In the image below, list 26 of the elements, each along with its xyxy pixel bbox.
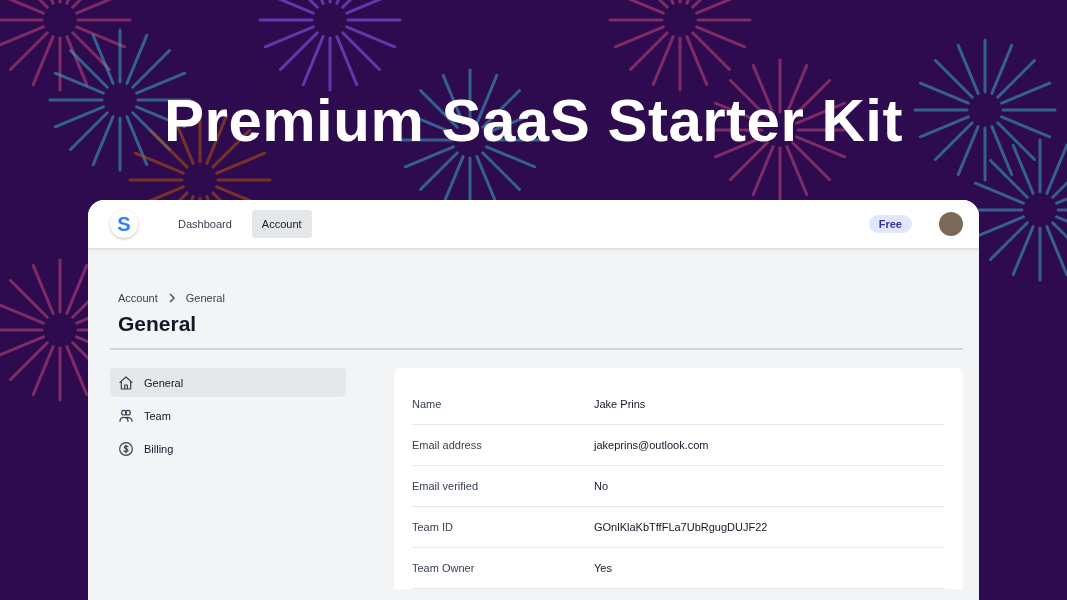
field-label: Team ID [412,521,454,533]
field-label: Name [412,398,443,410]
field-value: Jake Prins [594,398,646,410]
sidebar-item[interactable]: General [110,368,346,397]
field-label: Email address [412,439,483,451]
plan-badge: Free [868,215,912,233]
sidebar-item[interactable]: Billing [110,434,346,463]
field-value: GOnlKlaKbTffFLa7UbRgugDUJF22 [594,521,768,533]
field-label: Email verified [412,480,480,492]
nav-link[interactable]: Dashboard [168,210,242,238]
field-label: Team Owner [412,562,476,574]
users-icon [118,407,134,424]
page-title: General [118,312,198,336]
field-value: No [594,480,609,492]
headline: Premium SaaS Starter Kit [164,86,903,156]
sidebar-item[interactable]: Team [110,401,346,430]
logo[interactable]: S [110,210,138,238]
home-icon [118,374,134,391]
field-value: jakeprins@outlook.com [594,439,709,451]
breadcrumb-link[interactable]: Account [118,292,158,304]
chevron-icon [167,293,176,303]
dollar-icon [118,440,134,457]
field-value: Yes [594,562,612,574]
breadcrumb-link[interactable]: General [185,292,225,304]
avatar[interactable] [939,212,963,236]
nav-link[interactable]: Account [251,210,312,238]
